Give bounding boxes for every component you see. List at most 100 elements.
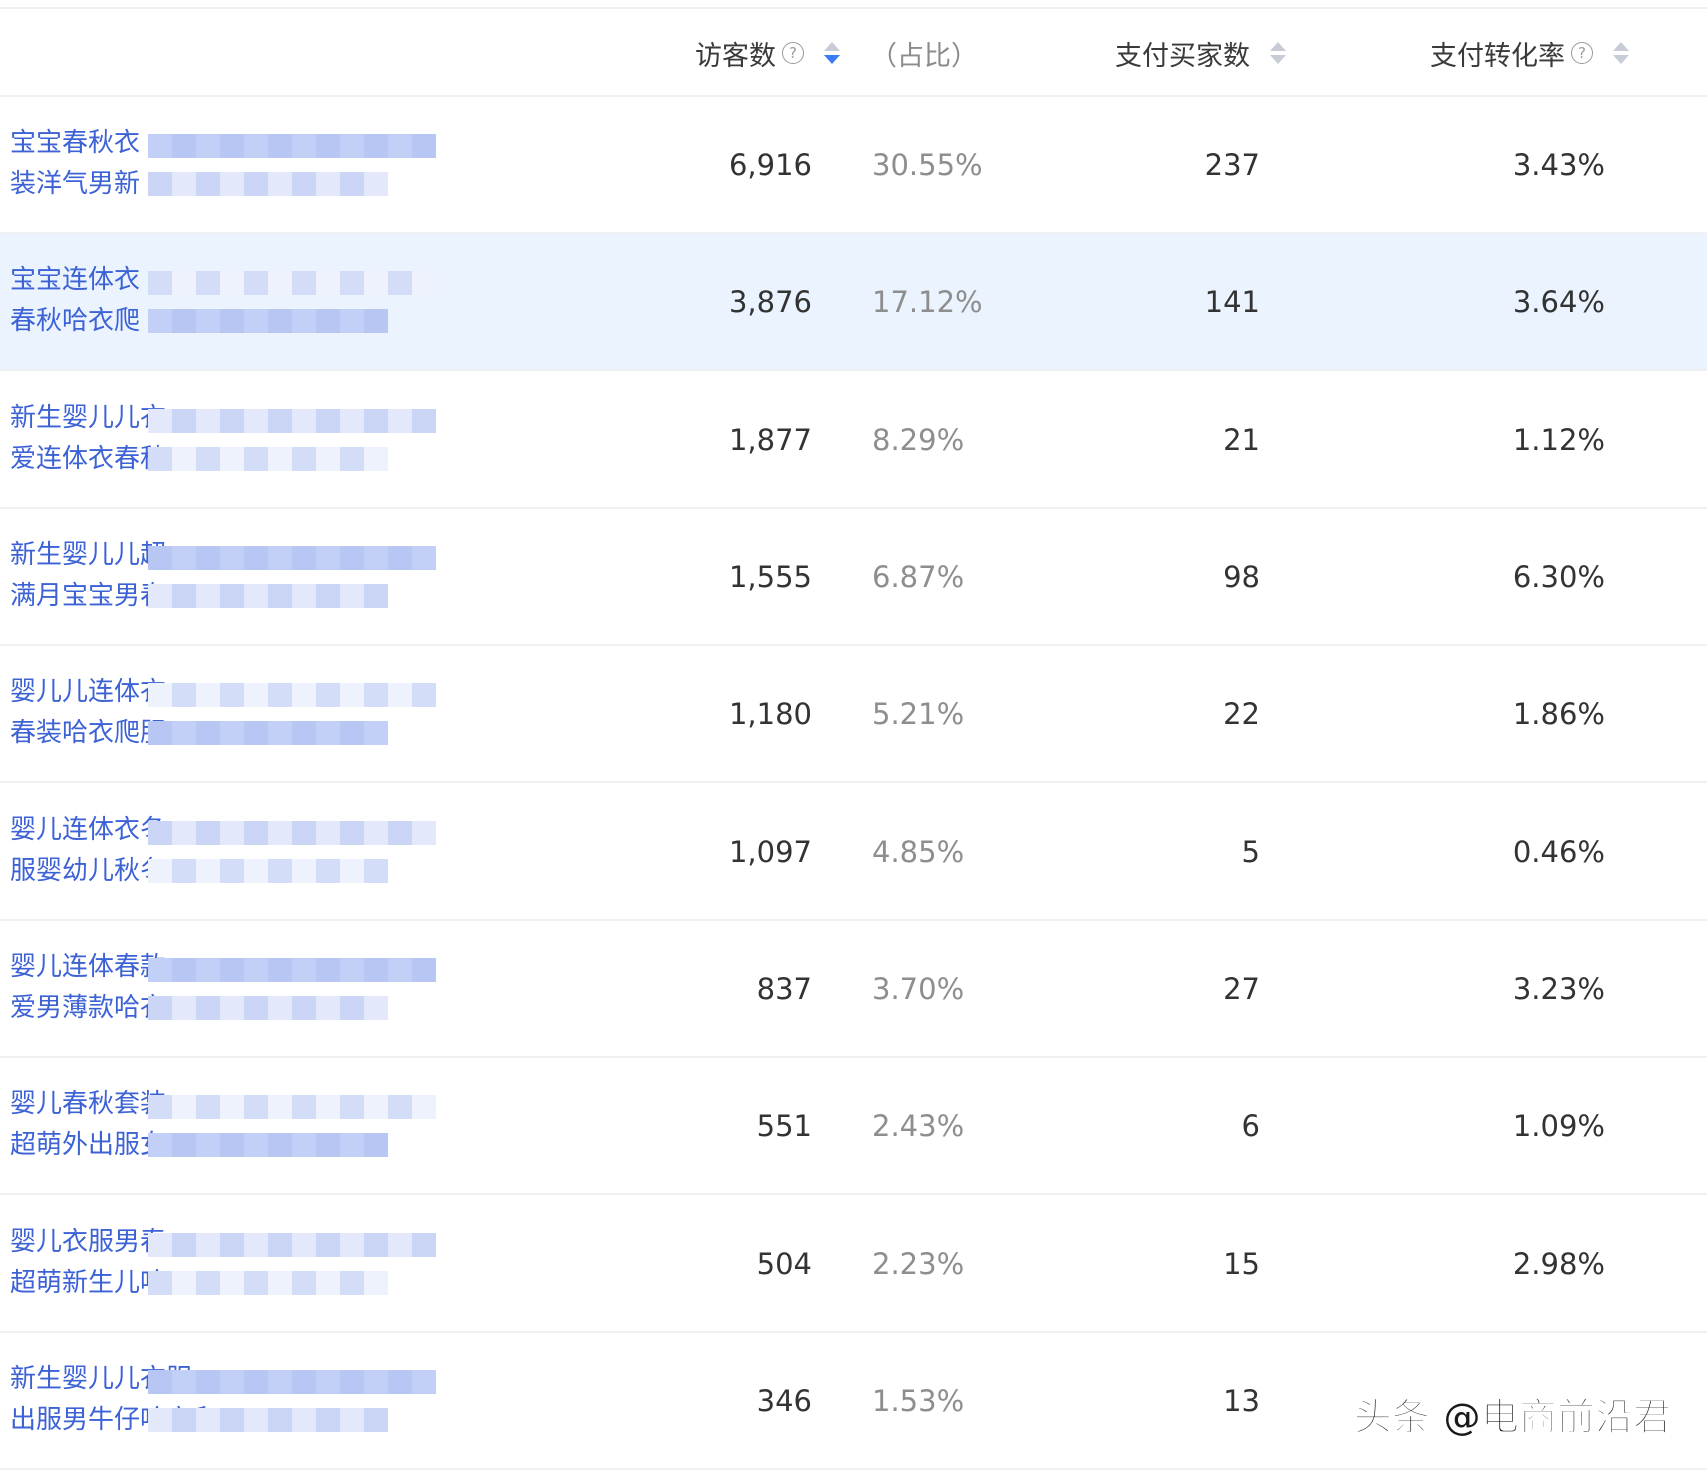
redaction-block (316, 584, 340, 608)
redaction-block (268, 958, 292, 982)
redaction-block (340, 271, 364, 295)
redaction-block (292, 1408, 316, 1432)
redaction-block (244, 1095, 268, 1119)
redaction-block (292, 821, 316, 845)
redaction-block (268, 683, 292, 707)
pixelated-redaction (148, 397, 528, 487)
sort-icon[interactable] (1613, 42, 1629, 64)
share-value: 3.70% (872, 921, 964, 1056)
redaction-block (292, 683, 316, 707)
redaction-block (292, 1233, 316, 1257)
table-row[interactable]: 新生婴儿儿衣爱连体衣春秋1,8778.29%211.12% (0, 372, 1707, 509)
redaction-block (268, 721, 292, 745)
redaction-block (292, 1370, 316, 1394)
redaction-block (172, 683, 196, 707)
redaction-block (220, 683, 244, 707)
redaction-block (292, 1095, 316, 1119)
redaction-block (364, 134, 388, 158)
table-row[interactable]: 婴儿春秋套装超萌外出服女5512.43%61.09% (0, 1058, 1707, 1195)
table-row[interactable]: 婴儿衣服男春超萌新生儿哈5042.23%152.98% (0, 1196, 1707, 1333)
redaction-block (220, 1095, 244, 1119)
table-row[interactable]: 宝宝连体衣春秋哈衣爬3,87617.12%1413.64% (0, 234, 1707, 371)
redaction-block (412, 1233, 436, 1257)
redaction-block (364, 1370, 388, 1394)
pixelated-redaction (148, 1083, 528, 1173)
redaction-block (292, 958, 316, 982)
redaction-block (340, 447, 364, 471)
redaction-block (244, 1408, 268, 1432)
redaction-block (244, 134, 268, 158)
header-rate[interactable]: 支付转化率 ? (1430, 9, 1629, 97)
pixelated-redaction (148, 809, 528, 899)
redaction-block (172, 409, 196, 433)
redaction-block (220, 721, 244, 745)
sort-icon[interactable] (824, 42, 840, 64)
redaction-block (388, 546, 412, 570)
conversion-rate-value: 6.30% (1513, 509, 1605, 644)
redaction-block (148, 409, 172, 433)
redaction-block (316, 409, 340, 433)
redaction-block (340, 996, 364, 1020)
redaction-block (172, 996, 196, 1020)
redaction-block (364, 958, 388, 982)
header-share-label: （占比） (870, 34, 978, 73)
redaction-block (244, 309, 268, 333)
buyers-value: 27 (1223, 921, 1260, 1056)
redaction-block (220, 271, 244, 295)
header-buyers[interactable]: 支付买家数 (1115, 9, 1286, 97)
redaction-block (364, 821, 388, 845)
conversion-rate-value: 2.98% (1513, 1196, 1605, 1331)
redaction-block (220, 1271, 244, 1295)
redaction-block (292, 1271, 316, 1295)
redaction-block (412, 546, 436, 570)
redaction-block (148, 1271, 172, 1295)
redaction-block (172, 1370, 196, 1394)
pixelated-redaction (148, 534, 528, 624)
visitors-value: 504 (757, 1196, 812, 1331)
help-icon[interactable]: ? (1571, 42, 1593, 64)
share-value: 2.43% (872, 1058, 964, 1193)
sort-icon[interactable] (1270, 42, 1286, 64)
pixelated-redaction (148, 1221, 528, 1311)
pixelated-redaction (148, 122, 528, 212)
redaction-block (172, 821, 196, 845)
redaction-block (364, 447, 388, 471)
redaction-block (196, 134, 220, 158)
table-row[interactable]: 新生婴儿儿超满月宝宝男春1,5556.87%986.30% (0, 509, 1707, 646)
redaction-block (340, 134, 364, 158)
redaction-block (220, 1370, 244, 1394)
help-icon[interactable]: ? (782, 42, 804, 64)
redaction-block (196, 683, 220, 707)
header-visitors[interactable]: 访客数 ? (695, 9, 840, 97)
conversion-rate-value: 3.64% (1513, 234, 1605, 369)
redaction-block (148, 1370, 172, 1394)
redaction-block (364, 859, 388, 883)
table-row[interactable]: 婴儿连体春款爱男薄款哈衣8373.70%273.23% (0, 921, 1707, 1058)
redaction-block (196, 996, 220, 1020)
redaction-block (220, 996, 244, 1020)
redaction-block (196, 821, 220, 845)
table-row[interactable]: 宝宝春秋衣装洋气男新6,91630.55%2373.43% (0, 97, 1707, 234)
redaction-block (364, 1133, 388, 1157)
buyers-value: 237 (1205, 97, 1260, 232)
redaction-block (220, 172, 244, 196)
redaction-block (316, 1271, 340, 1295)
redaction-block (172, 1233, 196, 1257)
table-row[interactable]: 婴儿儿连体衣春装哈衣爬服1,1805.21%221.86% (0, 646, 1707, 783)
redaction-block (244, 683, 268, 707)
share-value: 4.85% (872, 784, 964, 919)
redaction-block (316, 958, 340, 982)
table-row[interactable]: 婴儿连体衣冬服婴幼儿秋冬1,0974.85%50.46% (0, 784, 1707, 921)
redaction-block (340, 309, 364, 333)
redaction-block (316, 134, 340, 158)
redaction-block (172, 1271, 196, 1295)
redaction-block (292, 584, 316, 608)
redaction-block (244, 584, 268, 608)
redaction-block (244, 1271, 268, 1295)
redaction-block (364, 683, 388, 707)
redaction-block (388, 271, 412, 295)
redaction-block (220, 584, 244, 608)
redaction-block (196, 958, 220, 982)
redaction-block (148, 172, 172, 196)
redaction-block (244, 1133, 268, 1157)
